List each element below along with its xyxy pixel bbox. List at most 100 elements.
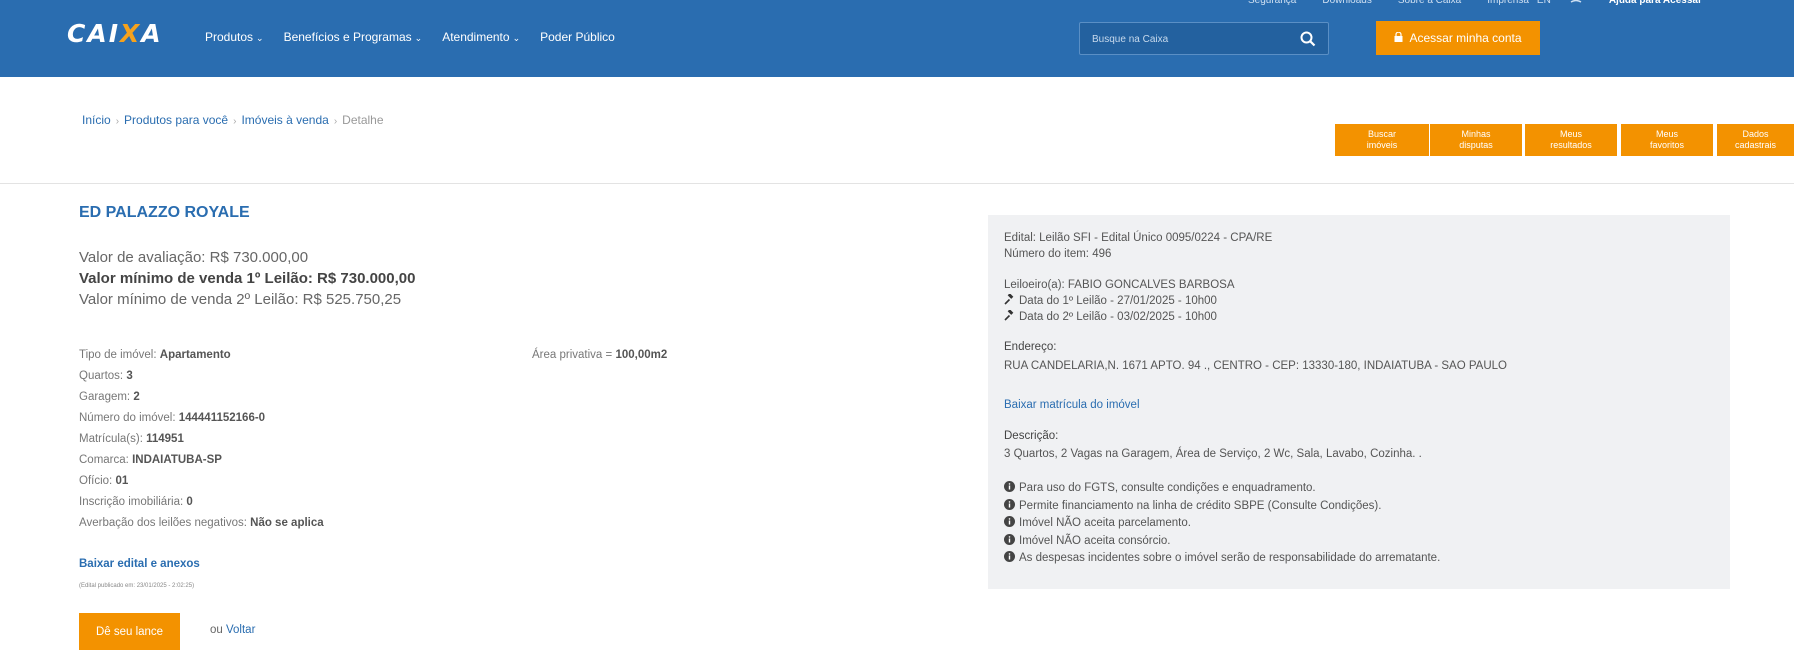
auction-info-panel: Edital: Leilão SFI - Edital Único 0095/0… bbox=[988, 215, 1730, 589]
auction-date-2: Data do 2º Leilão - 03/02/2025 - 10h00 bbox=[1004, 309, 1235, 325]
detail-row: Tipo de imóvel: Apartamento bbox=[79, 349, 231, 361]
nav-item-poder-publico[interactable]: Poder Público bbox=[540, 30, 615, 44]
nav-item-atendimento[interactable]: Atendimento ⌄ bbox=[442, 30, 520, 44]
price-block: Valor de avaliação: R$ 730.000,00 Valor … bbox=[79, 247, 415, 310]
language-label: EN bbox=[1536, 0, 1551, 6]
detail-row: Matrícula(s): 114951 bbox=[79, 433, 184, 445]
area-value: 100,00m2 bbox=[615, 349, 668, 361]
download-edital-link[interactable]: Baixar edital e anexos bbox=[79, 558, 200, 570]
nav-label: Produtos bbox=[205, 30, 254, 44]
edital-publish-date: (Edital publicado em: 23/01/2025 - 2:02:… bbox=[79, 583, 195, 589]
top-header: CAIXA Segurança Downloads Sobre a Caixa … bbox=[0, 0, 1794, 77]
min-price-first-auction: Valor mínimo de venda 1º Leilão: R$ 730.… bbox=[79, 270, 416, 287]
back-block: ou Voltar bbox=[210, 624, 255, 636]
main-nav: Produtos ⌄ Benefícios e Programas ⌄ Atendi… bbox=[205, 30, 615, 44]
my-disputes-button[interactable]: Minhas disputas bbox=[1430, 124, 1522, 156]
detail-row: Inscrição imobiliária: 0 bbox=[79, 496, 193, 508]
chevron-down-icon: ⌄ bbox=[256, 33, 264, 43]
detail-row: Número do imóvel: 144441152166-0 bbox=[79, 412, 266, 424]
accessibility-icon[interactable] bbox=[1569, 0, 1583, 10]
item-number: Número do item: 496 bbox=[1004, 248, 1112, 260]
auctioneer-info: Leiloeiro(a): FABIO GONCALVES BARBOSA Da… bbox=[1004, 277, 1235, 325]
registration-data-button[interactable]: Dados cadastrais bbox=[1717, 124, 1794, 156]
access-account-label: Acessar minha conta bbox=[1409, 31, 1522, 45]
info-icon bbox=[1004, 551, 1015, 562]
utility-nav: Segurança Downloads Sobre a Caixa Impren… bbox=[1248, 0, 1702, 10]
button-label: Meus favoritos bbox=[1649, 129, 1684, 150]
search-icon[interactable] bbox=[1298, 29, 1318, 49]
breadcrumb-separator: › bbox=[233, 116, 237, 127]
section-divider bbox=[0, 183, 1794, 184]
nav-label: Poder Público bbox=[540, 30, 615, 44]
button-label: Dados cadastrais bbox=[1734, 129, 1777, 150]
detail-row: Ofício: 01 bbox=[79, 475, 129, 487]
access-account-button[interactable]: Acessar minha conta bbox=[1376, 21, 1540, 55]
edital-text: Edital: Leilão SFI - Edital Único 0095/0… bbox=[1004, 232, 1273, 244]
button-label: Buscar imóveis bbox=[1366, 129, 1398, 150]
my-results-button[interactable]: Meus resultados bbox=[1525, 124, 1617, 156]
info-icon bbox=[1004, 533, 1015, 545]
breadcrumb-properties[interactable]: Imóveis à venda bbox=[241, 113, 328, 127]
search-input[interactable] bbox=[1092, 31, 1292, 47]
detail-row: Averbação dos leilões negativos: Não se … bbox=[79, 517, 324, 529]
search-properties-button[interactable]: Buscar imóveis bbox=[1335, 124, 1429, 156]
utility-link-seguranca[interactable]: Segurança bbox=[1248, 0, 1296, 10]
gavel-icon bbox=[1004, 294, 1014, 305]
back-link[interactable]: Voltar bbox=[226, 624, 255, 636]
breadcrumb-separator: › bbox=[333, 116, 338, 127]
description-text: 3 Quartos, 2 Vagas na Garagem, Área de S… bbox=[1004, 448, 1422, 460]
language-switch[interactable]: EN bbox=[1537, 0, 1551, 10]
info-icon bbox=[1004, 498, 1015, 510]
description-label: Descrição: bbox=[1004, 430, 1059, 442]
utility-link-downloads[interactable]: Downloads bbox=[1322, 0, 1371, 10]
lock-icon bbox=[1394, 31, 1403, 45]
logo-text: A bbox=[141, 19, 163, 48]
auction-date-1: Data do 1º Leilão - 27/01/2025 - 10h00 bbox=[1004, 293, 1235, 309]
nav-item-produtos[interactable]: Produtos ⌄ bbox=[205, 30, 264, 44]
info-icon bbox=[1004, 516, 1015, 527]
caixa-logo[interactable]: CAIXA bbox=[67, 19, 163, 48]
logo-text-x: X bbox=[120, 19, 142, 48]
breadcrumb-home[interactable]: Início bbox=[82, 113, 111, 127]
area-label: Área privativa = bbox=[532, 349, 613, 361]
logo-text: CAI bbox=[67, 19, 120, 48]
address-label: Endereço: bbox=[1004, 341, 1057, 353]
info-icon bbox=[1004, 481, 1015, 492]
description-info: Descrição: 3 Quartos, 2 Vagas na Garagem… bbox=[1004, 428, 1422, 462]
utility-link-imprensa[interactable]: Imprensa bbox=[1487, 0, 1529, 10]
detail-row: Comarca: INDAIATUBA-SP bbox=[79, 454, 222, 466]
download-matricula-link[interactable]: Baixar matrícula do imóvel bbox=[1004, 399, 1140, 411]
note-item: Imóvel NÃO aceita parcelamento. bbox=[1004, 515, 1440, 533]
chevron-down-icon: ⌄ bbox=[512, 33, 521, 43]
valuation-price: Valor de avaliação: R$ 730.000,00 bbox=[79, 249, 309, 266]
note-item: Para uso do FGTS, consulte condições e e… bbox=[1004, 480, 1440, 498]
breadcrumb-current: Detalhe bbox=[342, 113, 384, 127]
search-box bbox=[1079, 22, 1329, 55]
button-label: Meus resultados bbox=[1550, 129, 1592, 150]
detail-row: Garagem: 2 bbox=[79, 391, 140, 403]
my-favorites-button[interactable]: Meus favoritos bbox=[1621, 124, 1713, 156]
utility-link-sobre[interactable]: Sobre a Caixa bbox=[1398, 0, 1461, 10]
chevron-down-icon: ⌄ bbox=[414, 33, 423, 43]
note-item: As despesas incidentes sobre o imóvel se… bbox=[1004, 550, 1440, 568]
note-item: Imóvel NÃO aceita consórcio. bbox=[1004, 533, 1440, 551]
help-access-link[interactable]: Ajuda para Acessar bbox=[1609, 0, 1702, 10]
button-label: Minhas disputas bbox=[1459, 129, 1493, 150]
breadcrumb-products[interactable]: Produtos para você bbox=[124, 113, 228, 127]
address-info: Endereço: RUA CANDELARIA,N. 1671 APTO. 9… bbox=[1004, 339, 1507, 374]
min-price-second-auction: Valor mínimo de venda 2º Leilão: R$ 525.… bbox=[79, 291, 402, 308]
address-text: RUA CANDELARIA,N. 1671 APTO. 94 ., CENTR… bbox=[1004, 360, 1507, 372]
place-bid-button[interactable]: Dê seu lance bbox=[79, 613, 180, 650]
detail-row: Quartos: 3 bbox=[79, 370, 133, 382]
nav-item-beneficios[interactable]: Benefícios e Programas ⌄ bbox=[284, 30, 423, 44]
nav-label: Atendimento bbox=[442, 30, 510, 44]
auction-date-2-text: Data do 2º Leilão - 03/02/2025 - 10h00 bbox=[1019, 311, 1217, 323]
back-prefix: ou bbox=[210, 624, 223, 636]
breadcrumb: Início › Produtos para você › Imóveis à vend… bbox=[82, 113, 384, 127]
auctioneer-name: Leiloeiro(a): FABIO GONCALVES BARBOSA bbox=[1004, 279, 1235, 291]
note-item: Permite financiamento na linha de crédit… bbox=[1004, 498, 1440, 516]
property-details: Tipo de imóvel: Apartamento Quartos: 3 G… bbox=[79, 345, 324, 534]
breadcrumb-separator: › bbox=[115, 116, 120, 127]
property-title: ED PALAZZO ROYALE bbox=[79, 204, 250, 221]
notes-list: Para uso do FGTS, consulte condições e e… bbox=[1004, 480, 1440, 568]
